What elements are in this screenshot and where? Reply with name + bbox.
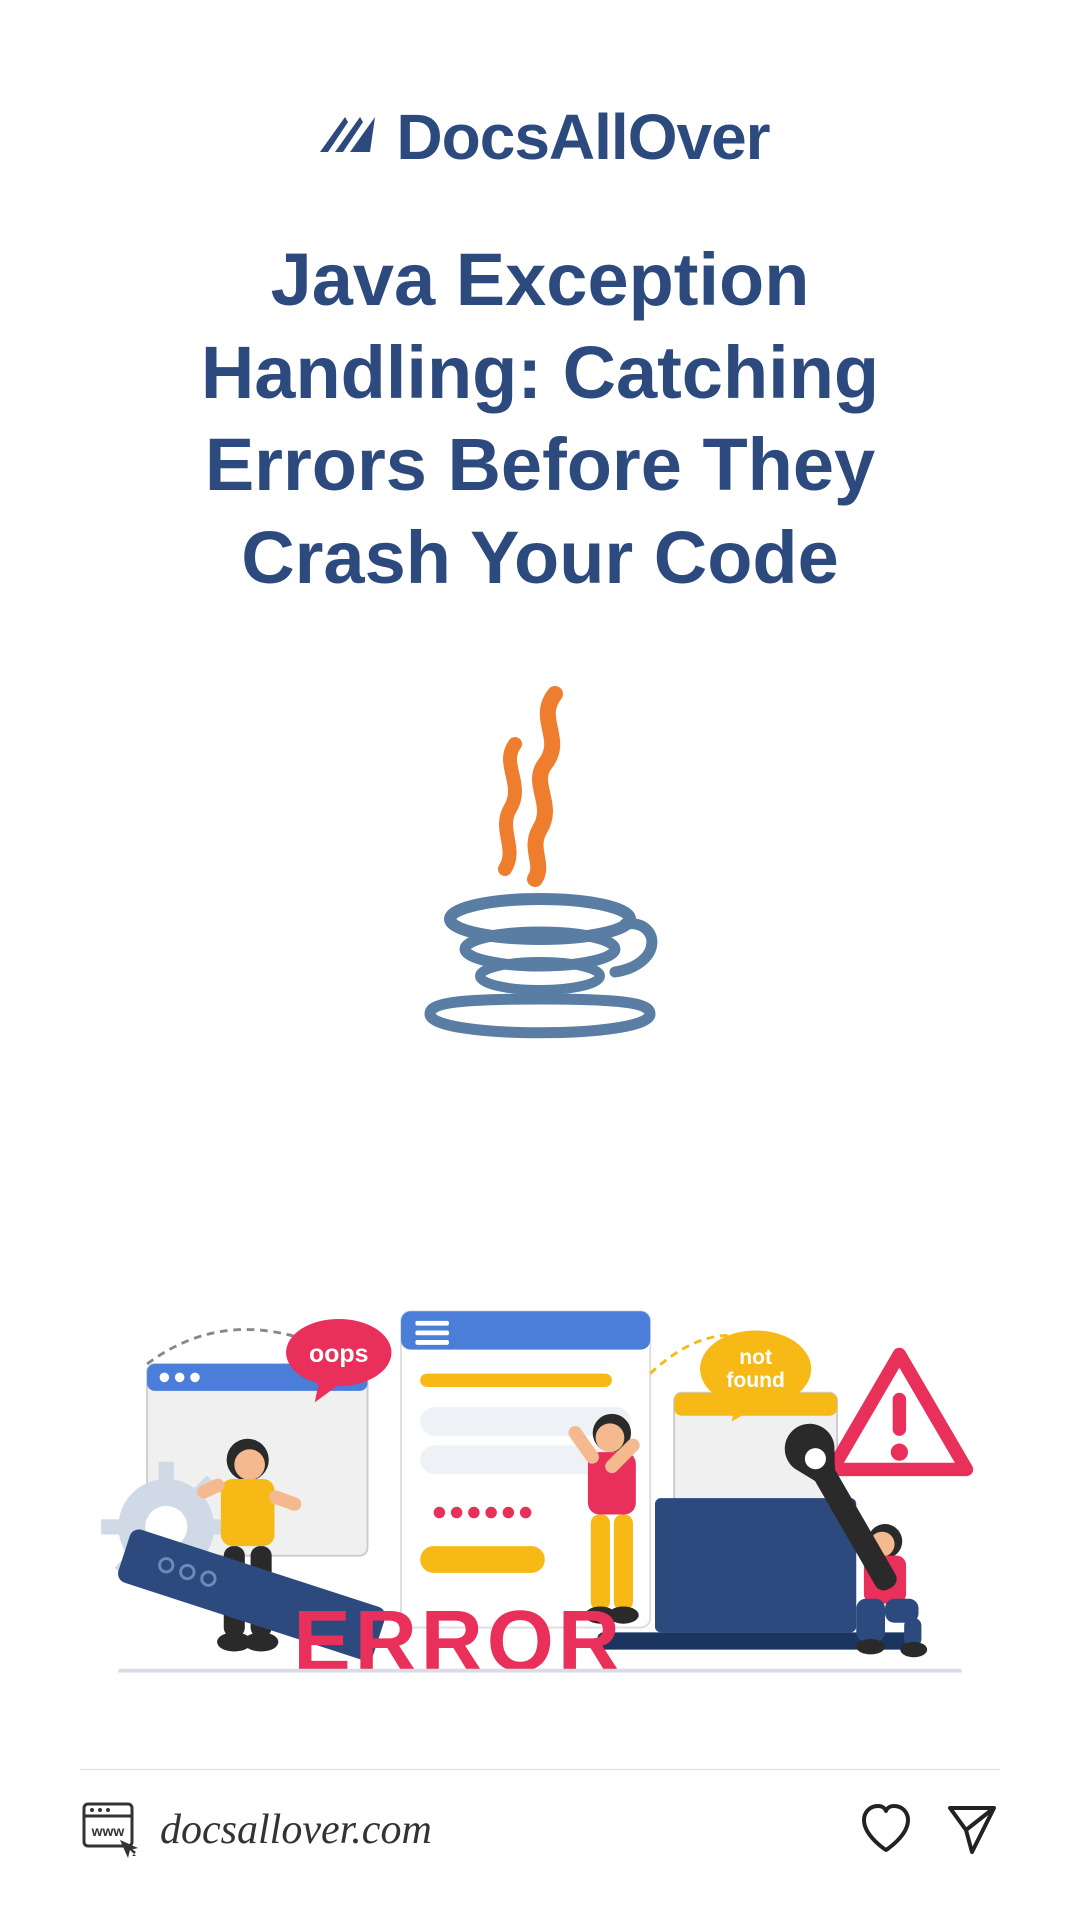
java-logo-icon [400,684,680,1064]
error-illustration: oops not found [80,1249,1000,1729]
footer-actions [858,1802,1000,1858]
svg-text:not: not [739,1346,772,1369]
svg-text:www: www [91,1823,125,1839]
footer: www docsallover.com [80,1769,1000,1860]
page-title: Java Exception Handling: Catching Errors… [90,234,990,604]
oops-bubble-text: oops [309,1340,368,1368]
heart-icon[interactable] [858,1802,914,1858]
browser-icon: www [80,1800,140,1860]
brand-name: DocsAllOver [396,100,769,174]
svg-text:found: found [726,1369,785,1392]
send-icon[interactable] [944,1802,1000,1858]
error-text: ERROR [293,1594,624,1690]
brand-header: DocsAllOver [310,100,769,174]
brand-logo-icon [310,102,380,172]
footer-left: www docsallover.com [80,1800,432,1860]
domain-text: docsallover.com [160,1806,432,1854]
